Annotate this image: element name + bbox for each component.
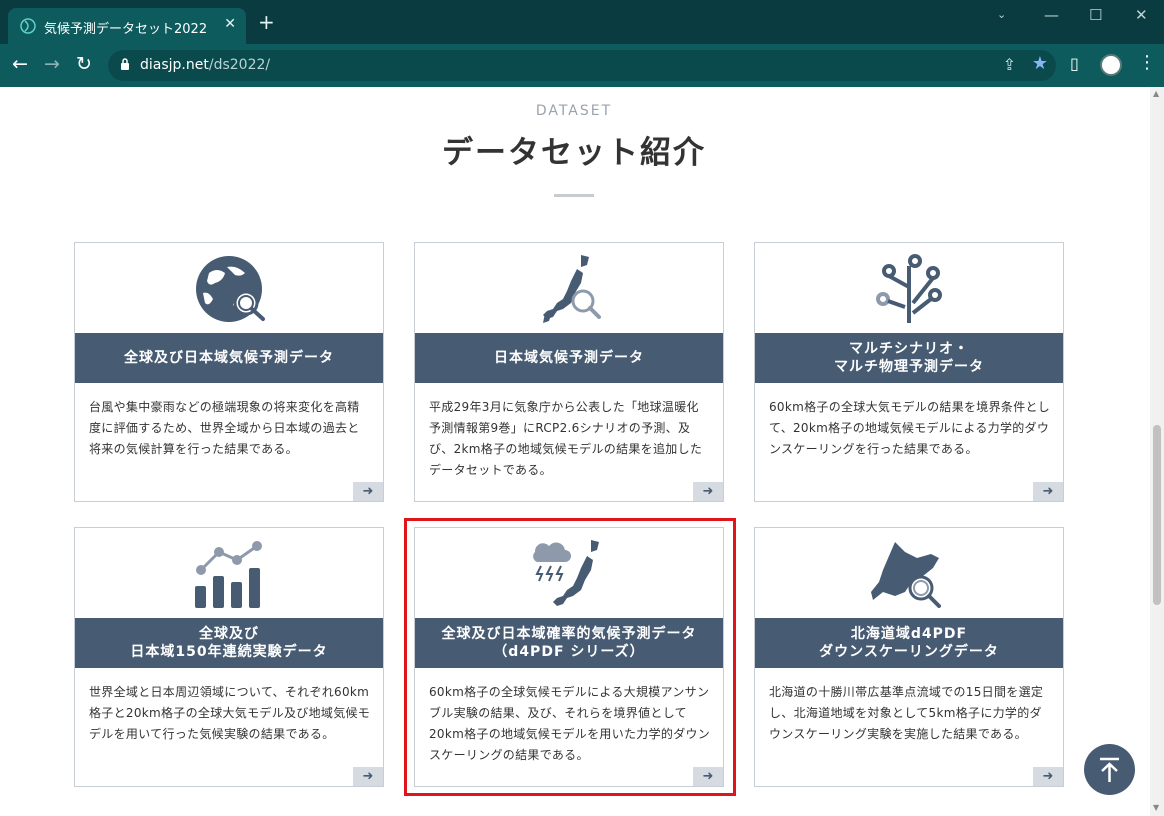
card-description: 60km格子の全球大気モデルの結果を境界条件として、20km格子の地域気候モデル…: [769, 400, 1051, 456]
minimize-button[interactable]: —: [1044, 6, 1059, 24]
tab-title: 気候予測データセット2022: [44, 22, 208, 37]
scroll-up-icon[interactable]: ▲: [1153, 89, 1159, 98]
url-text: diasjp.net/ds2022/: [140, 57, 270, 73]
card-title: 日本域気候予測データ: [415, 333, 723, 383]
card-title: マルチシナリオ・ マルチ物理予測データ: [755, 333, 1063, 383]
tab-close-icon[interactable]: ✕: [224, 16, 236, 32]
card-description: 北海道の十勝川帯広基準点流域での15日間を選定し、北海道地域を対象として5km格…: [769, 685, 1044, 741]
card-description: 平成29年3月に気象庁から公表した「地球温暖化予測情報第9巻」にRCP2.6シナ…: [429, 400, 703, 477]
arrow-right-icon[interactable]: ➜: [353, 767, 383, 786]
close-window-button[interactable]: ✕: [1135, 6, 1148, 24]
highlight-box: [404, 518, 736, 796]
lock-icon: [121, 58, 129, 70]
card-title: 北海道域d4PDF ダウンスケーリングデータ: [755, 618, 1063, 668]
card-title: 全球及び日本域気候予測データ: [75, 333, 383, 383]
url-path: /ds2022/: [208, 57, 271, 73]
bar-line-chart-icon: [195, 541, 262, 608]
tab-search-chevron-icon[interactable]: ⌄: [997, 8, 1006, 21]
arrow-right-icon[interactable]: ➜: [353, 482, 383, 501]
card-description: 世界全域と日本周辺領域について、それぞれ60km格子と20km格子の全球大気モデ…: [89, 685, 371, 741]
site-favicon-icon: [20, 18, 36, 34]
section-heading: データセット紹介: [442, 135, 706, 171]
arrow-right-icon[interactable]: ➜: [693, 482, 723, 501]
globe-search-icon: [196, 256, 265, 322]
dataset-card-multi-scenario[interactable]: マルチシナリオ・ マルチ物理予測データ 60km格子の全球大気モデルの結果を境界…: [754, 242, 1064, 502]
url-host: diasjp.net: [140, 57, 209, 73]
circuit-tree-icon: [876, 254, 942, 323]
new-tab-button[interactable]: +: [258, 12, 275, 32]
arrow-right-icon[interactable]: ➜: [1033, 482, 1063, 501]
page-scrollbar[interactable]: ▲ ▼: [1150, 87, 1164, 816]
side-panel-icon[interactable]: ▯: [1070, 54, 1079, 73]
maximize-button[interactable]: ☐: [1089, 6, 1102, 24]
scroll-thumb[interactable]: [1153, 425, 1161, 605]
browser-tab[interactable]: 気候予測データセット2022 ✕: [8, 8, 246, 44]
browser-titlebar: 気候予測データセット2022 ✕ + ⌄ — ☐ ✕: [0, 0, 1164, 44]
browser-menu-icon[interactable]: ⋮: [1138, 52, 1156, 73]
browser-toolbar: ← → ↻ diasjp.net/ds2022/ ⇪ ★ ▯ ⋮: [0, 44, 1164, 87]
page-viewport: DATASET データセット紹介 全球及び日本域気候予測データ 台風や集中豪雨な…: [0, 87, 1164, 816]
card-title: 全球及び 日本域150年連続実験データ: [75, 618, 383, 668]
japan-map-search-icon: [543, 255, 601, 323]
dataset-card-global-japan[interactable]: 全球及び日本域気候予測データ 台風や集中豪雨などの極端現象の将来変化を高精度に評…: [74, 242, 384, 502]
reload-button[interactable]: ↻: [76, 53, 92, 75]
section-eyebrow: DATASET: [535, 103, 613, 119]
profile-avatar[interactable]: [1100, 54, 1122, 76]
dataset-card-hokkaido[interactable]: 北海道域d4PDF ダウンスケーリングデータ 北海道の十勝川帯広基準点流域での1…: [754, 527, 1064, 787]
back-button[interactable]: ←: [12, 53, 28, 75]
share-icon[interactable]: ⇪: [1003, 55, 1016, 74]
heading-divider: [554, 194, 594, 197]
dataset-card-japan[interactable]: 日本域気候予測データ 平成29年3月に気象庁から公表した「地球温暖化予測情報第9…: [414, 242, 724, 502]
card-description: 台風や集中豪雨などの極端現象の将来変化を高精度に評価するため、世界全域から日本域…: [89, 400, 360, 456]
scroll-down-icon[interactable]: ▼: [1153, 803, 1159, 812]
forward-button[interactable]: →: [44, 53, 60, 75]
arrow-up-icon: [1100, 757, 1119, 782]
back-to-top-button[interactable]: [1084, 744, 1135, 795]
dataset-card-150-year[interactable]: 全球及び 日本域150年連続実験データ 世界全域と日本周辺領域について、それぞれ…: [74, 527, 384, 787]
address-bar[interactable]: diasjp.net/ds2022/ ⇪ ★: [108, 50, 1056, 81]
arrow-right-icon[interactable]: ➜: [1033, 767, 1063, 786]
bookmark-star-icon[interactable]: ★: [1032, 53, 1048, 74]
hokkaido-map-search-icon: [871, 542, 941, 608]
